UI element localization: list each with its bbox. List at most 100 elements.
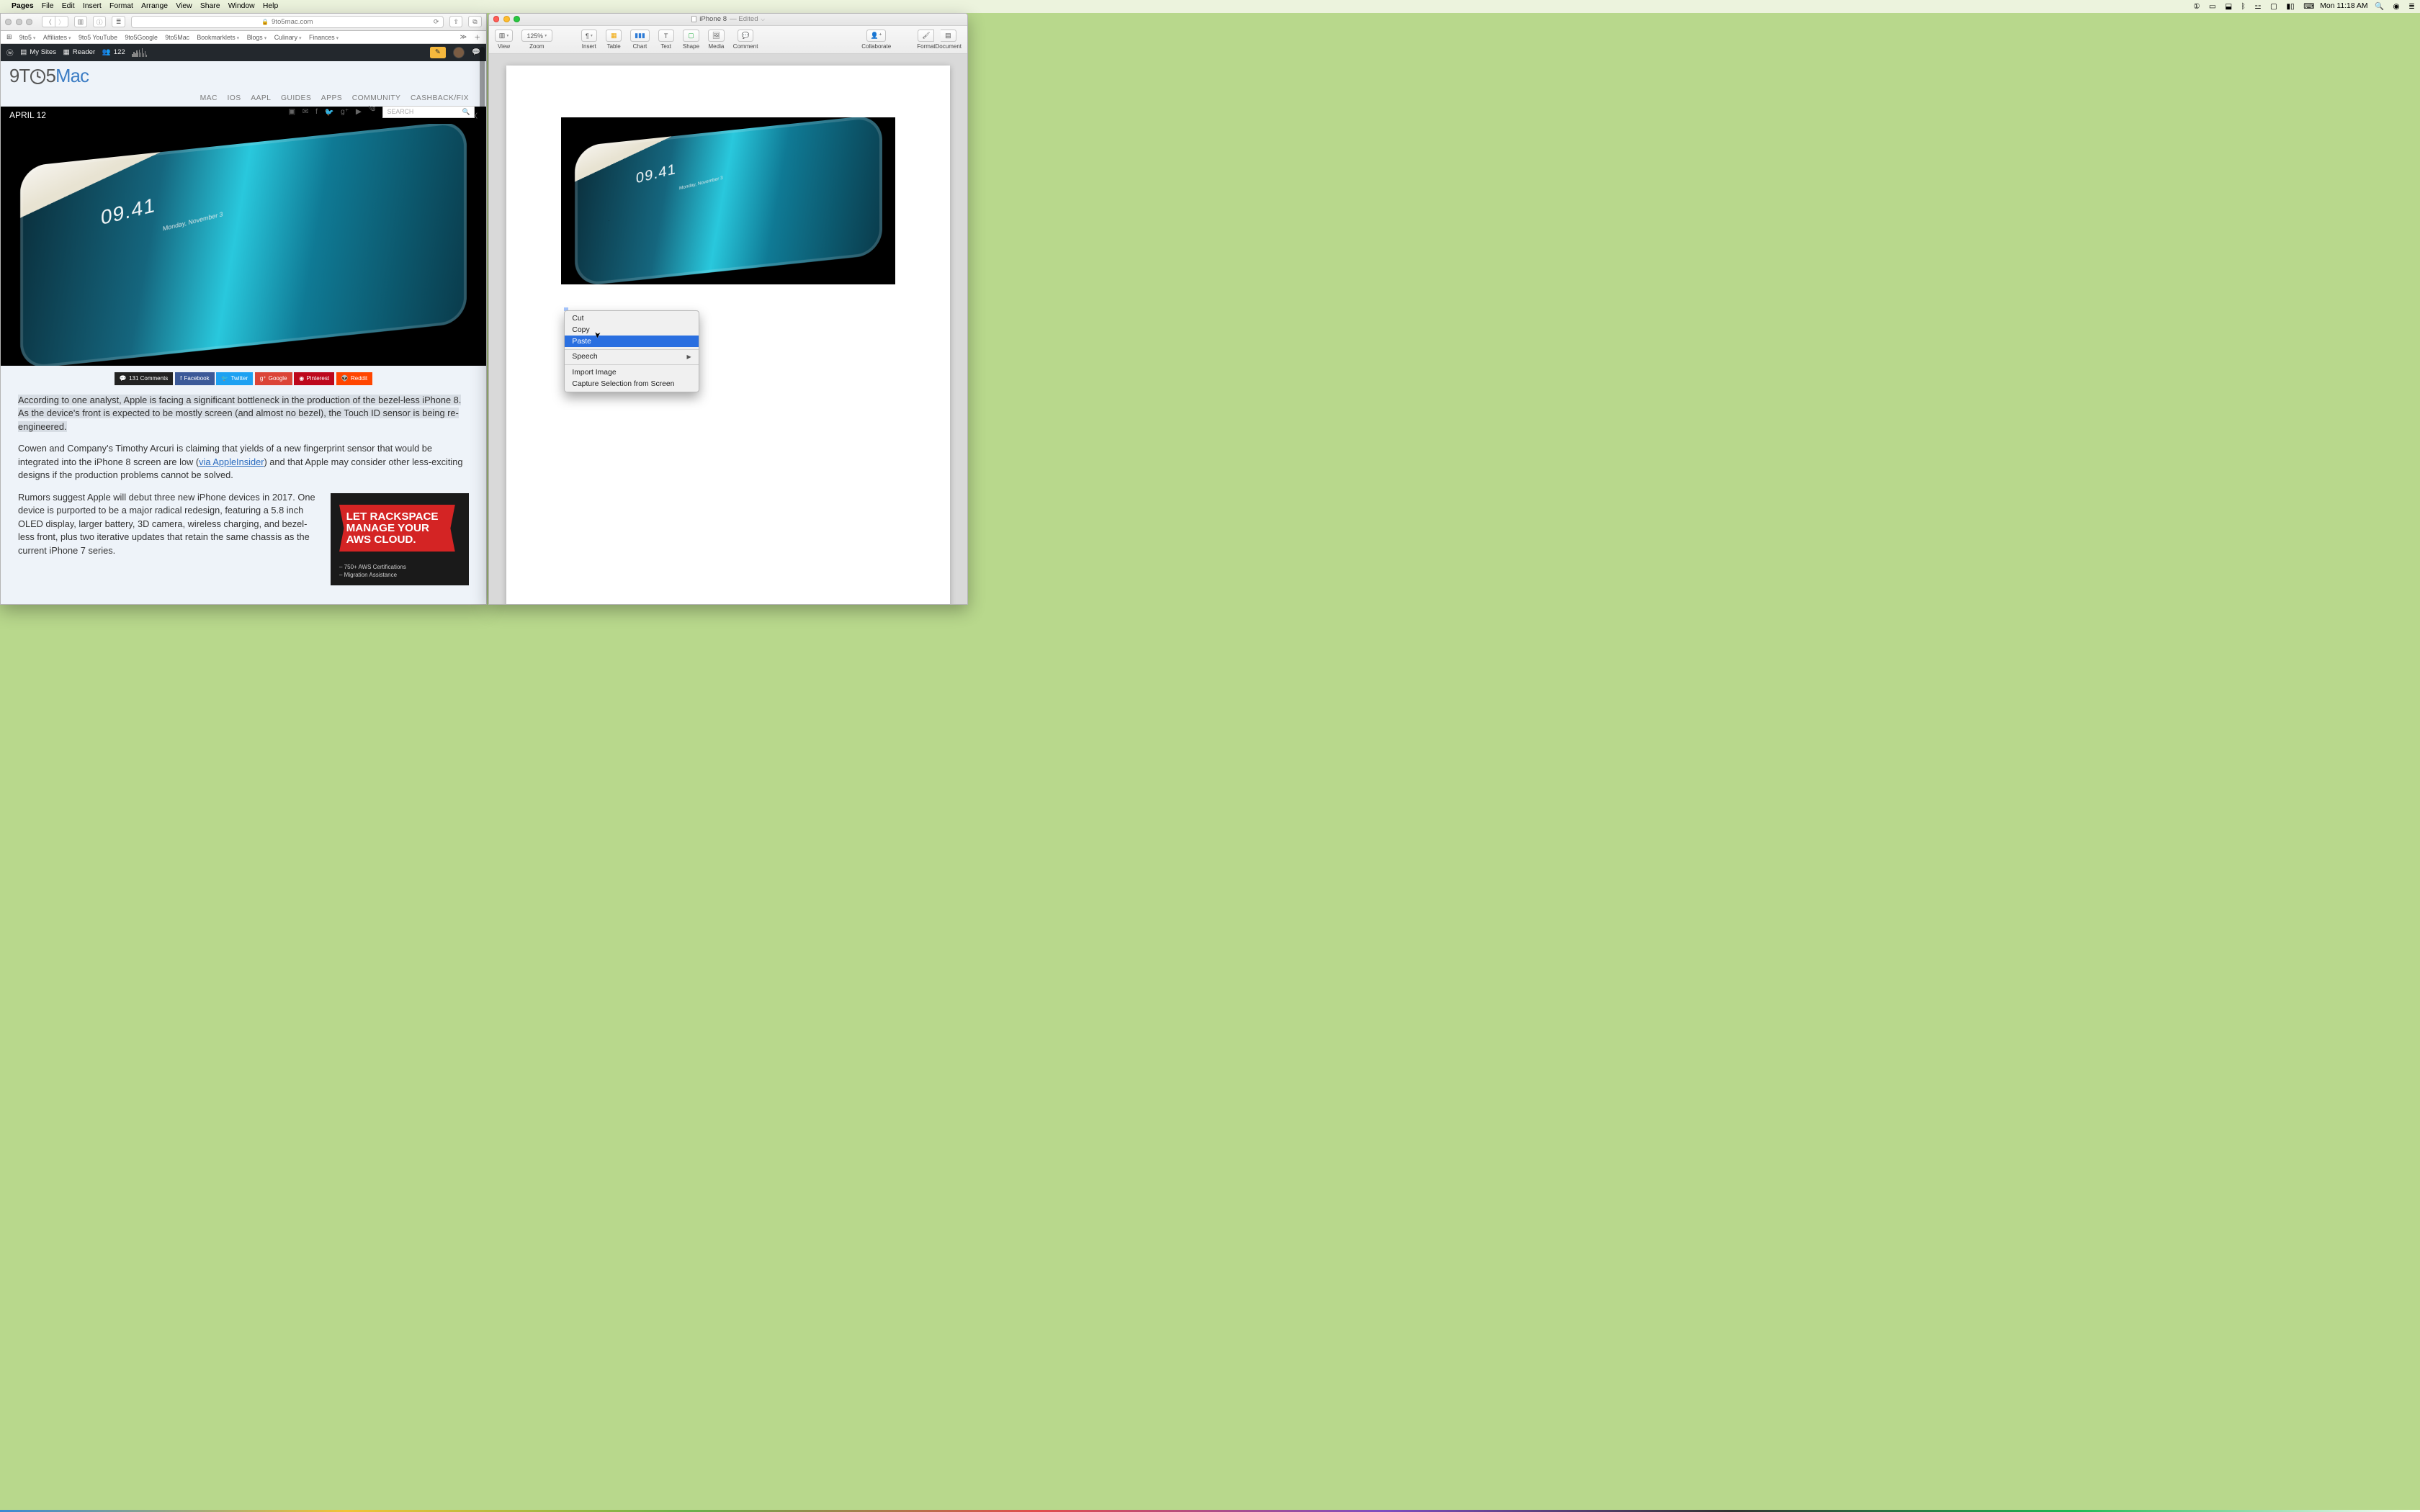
menu-help[interactable]: Help bbox=[263, 2, 278, 10]
pasted-image[interactable]: 09.41 Monday, November 3 bbox=[561, 117, 895, 284]
tool-comment[interactable]: 💬Comment bbox=[733, 30, 758, 50]
privacy-report-button[interactable]: ⓘ bbox=[93, 16, 106, 27]
wifi-icon[interactable]: ⚍ bbox=[2254, 3, 2261, 11]
twitter-icon[interactable]: 🐦 bbox=[324, 107, 333, 117]
site-logo[interactable]: 9T5Mac bbox=[9, 66, 478, 87]
forward-button[interactable]: 〉 bbox=[55, 16, 68, 27]
favorites-bar: ⊞ 9to5 Affiliates 9to5 YouTube 9to5Googl… bbox=[1, 31, 486, 44]
fav-item[interactable]: 9to5Google bbox=[125, 34, 158, 41]
url-field[interactable]: 🔒 9to5mac.com ⟳ bbox=[131, 16, 444, 29]
fav-item[interactable]: Affiliates bbox=[43, 34, 71, 41]
ctx-cut[interactable]: Cut bbox=[565, 313, 699, 325]
onepassword-icon[interactable]: ① bbox=[2193, 3, 2200, 11]
bluetooth-icon[interactable]: ᛒ bbox=[2241, 3, 2246, 11]
fav-item[interactable]: 9to5 bbox=[19, 34, 36, 41]
pages-window-title[interactable]: iPhone 8 — Edited ⌵ bbox=[691, 15, 765, 23]
display-icon[interactable]: ▭ bbox=[2209, 3, 2216, 11]
notification-center-icon[interactable]: ≣ bbox=[2408, 3, 2415, 11]
textinput-icon[interactable]: ⌨ bbox=[2303, 3, 2314, 11]
share-reddit[interactable]: 👽Reddit bbox=[336, 372, 373, 385]
ctx-import-image[interactable]: Import Image bbox=[565, 366, 699, 378]
share-google[interactable]: g⁺Google bbox=[255, 372, 292, 385]
wp-logo-icon[interactable]: ⓦ bbox=[6, 48, 14, 58]
fav-item[interactable]: Bookmarklets bbox=[197, 34, 239, 41]
wp-stats-icon[interactable] bbox=[132, 48, 147, 57]
share-button[interactable]: ⇪ bbox=[449, 16, 462, 27]
ad-banner[interactable]: LET RACKSPACE MANAGE YOUR AWS CLOUD. 750… bbox=[331, 493, 469, 585]
camera-icon[interactable]: ▣ bbox=[288, 107, 295, 116]
wp-avatar[interactable] bbox=[453, 47, 465, 59]
tool-zoom[interactable]: 125%▾Zoom bbox=[521, 30, 552, 50]
share-facebook[interactable]: fFacebook bbox=[175, 372, 215, 385]
wp-mysites[interactable]: ▤My Sites bbox=[20, 48, 56, 56]
nav-item[interactable]: AAPL bbox=[251, 94, 271, 102]
youtube-icon[interactable]: ▶ bbox=[356, 107, 362, 116]
nav-item[interactable]: MAC bbox=[200, 94, 218, 102]
safari-traffic-lights[interactable] bbox=[5, 19, 32, 25]
share-twitter[interactable]: 🐦Twitter bbox=[216, 372, 253, 385]
safari-scrollbar[interactable] bbox=[478, 44, 485, 604]
menu-view[interactable]: View bbox=[176, 2, 192, 10]
googleplus-icon[interactable]: g⁺ bbox=[341, 107, 349, 116]
menubar-app-name[interactable]: Pages bbox=[12, 2, 34, 10]
facebook-icon[interactable]: f bbox=[315, 108, 318, 116]
menu-insert[interactable]: Insert bbox=[83, 2, 102, 10]
menu-window[interactable]: Window bbox=[228, 2, 255, 10]
menu-edit[interactable]: Edit bbox=[62, 2, 75, 10]
ctx-speech[interactable]: Speech▶ bbox=[565, 351, 699, 363]
nav-item[interactable]: IOS bbox=[227, 94, 241, 102]
search-icon[interactable]: 🔍 bbox=[462, 108, 470, 116]
fav-item[interactable]: 9to5Mac bbox=[165, 34, 189, 41]
tool-shape[interactable]: ▢Shape bbox=[683, 30, 699, 50]
tool-insert[interactable]: ¶▾Insert bbox=[581, 30, 597, 50]
site-search-input[interactable]: SEARCH 🔍 bbox=[382, 106, 475, 119]
sidebar-button[interactable]: ▥ bbox=[74, 16, 87, 27]
tool-table[interactable]: ▦Table bbox=[606, 30, 622, 50]
fav-item[interactable]: 9to5 YouTube bbox=[79, 34, 117, 41]
airplay-icon[interactable]: ▢ bbox=[2270, 3, 2277, 11]
tabs-button[interactable]: ⧉ bbox=[468, 16, 481, 27]
ctx-paste[interactable]: Paste bbox=[565, 336, 699, 347]
tool-format[interactable]: 🖌Format bbox=[917, 30, 935, 50]
battery-icon[interactable]: ▮▯ bbox=[2286, 3, 2294, 11]
spotlight-icon[interactable]: 🔍 bbox=[2375, 3, 2384, 11]
ctx-copy[interactable]: Copy bbox=[565, 325, 699, 336]
tool-view[interactable]: ▥▾View bbox=[495, 30, 513, 50]
fav-overflow[interactable]: ≫ bbox=[460, 33, 467, 41]
chevron-down-icon[interactable]: ⌵ bbox=[761, 16, 765, 23]
fav-item[interactable]: Blogs bbox=[247, 34, 267, 41]
comments-button[interactable]: 💬131 Comments bbox=[115, 372, 174, 385]
tool-media[interactable]: 🖼Media bbox=[708, 30, 725, 50]
fav-item[interactable]: Culinary bbox=[274, 34, 302, 41]
fav-item[interactable]: Finances bbox=[309, 34, 339, 41]
menubar-status-icons: ① ▭ ⬓ ᛒ ⚍ ▢ ▮▯ ⌨ bbox=[2186, 2, 2314, 11]
menu-file[interactable]: File bbox=[42, 2, 54, 10]
tool-document[interactable]: ▤Document bbox=[936, 30, 962, 50]
menu-arrange[interactable]: Arrange bbox=[141, 2, 168, 10]
pages-traffic-lights[interactable] bbox=[493, 16, 521, 22]
tool-collaborate[interactable]: 👤⁺Collaborate bbox=[861, 30, 891, 50]
tool-text[interactable]: TText bbox=[658, 30, 674, 50]
back-button[interactable]: 〈 bbox=[42, 16, 55, 27]
ad-line1: 750+ AWS Certifications bbox=[339, 563, 406, 572]
reader-button[interactable]: ≣ bbox=[112, 16, 125, 27]
fav-apps-icon[interactable]: ⊞ bbox=[6, 33, 12, 41]
fav-add[interactable]: ＋ bbox=[474, 32, 480, 42]
wp-edit-button[interactable]: ✎ bbox=[430, 47, 446, 58]
share-pinterest[interactable]: ◉Pinterest bbox=[294, 372, 334, 385]
menubar-clock[interactable]: Mon 11:18 AM bbox=[2320, 2, 2367, 10]
dropbox-icon[interactable]: ⬓ bbox=[2225, 3, 2232, 11]
ctx-capture-selection[interactable]: Capture Selection from Screen bbox=[565, 378, 699, 390]
tool-chart[interactable]: ▮▮▮Chart bbox=[630, 30, 649, 50]
pages-document-area[interactable]: 09.41 Monday, November 3 Cut Copy Paste … bbox=[489, 54, 967, 604]
siri-icon[interactable]: ◉ bbox=[2393, 3, 2400, 11]
menu-format[interactable]: Format bbox=[109, 2, 133, 10]
mail-icon[interactable]: ✉ bbox=[302, 107, 309, 116]
rss-icon[interactable]: ༄ bbox=[368, 102, 375, 122]
article-link[interactable]: via AppleInsider bbox=[199, 456, 264, 467]
reload-icon[interactable]: ⟳ bbox=[434, 18, 439, 26]
wp-followers[interactable]: 👥122 bbox=[102, 48, 125, 56]
menu-share[interactable]: Share bbox=[200, 2, 220, 10]
wp-reader[interactable]: ▦Reader bbox=[63, 48, 96, 56]
pages-canvas[interactable]: 09.41 Monday, November 3 Cut Copy Paste … bbox=[506, 66, 950, 605]
